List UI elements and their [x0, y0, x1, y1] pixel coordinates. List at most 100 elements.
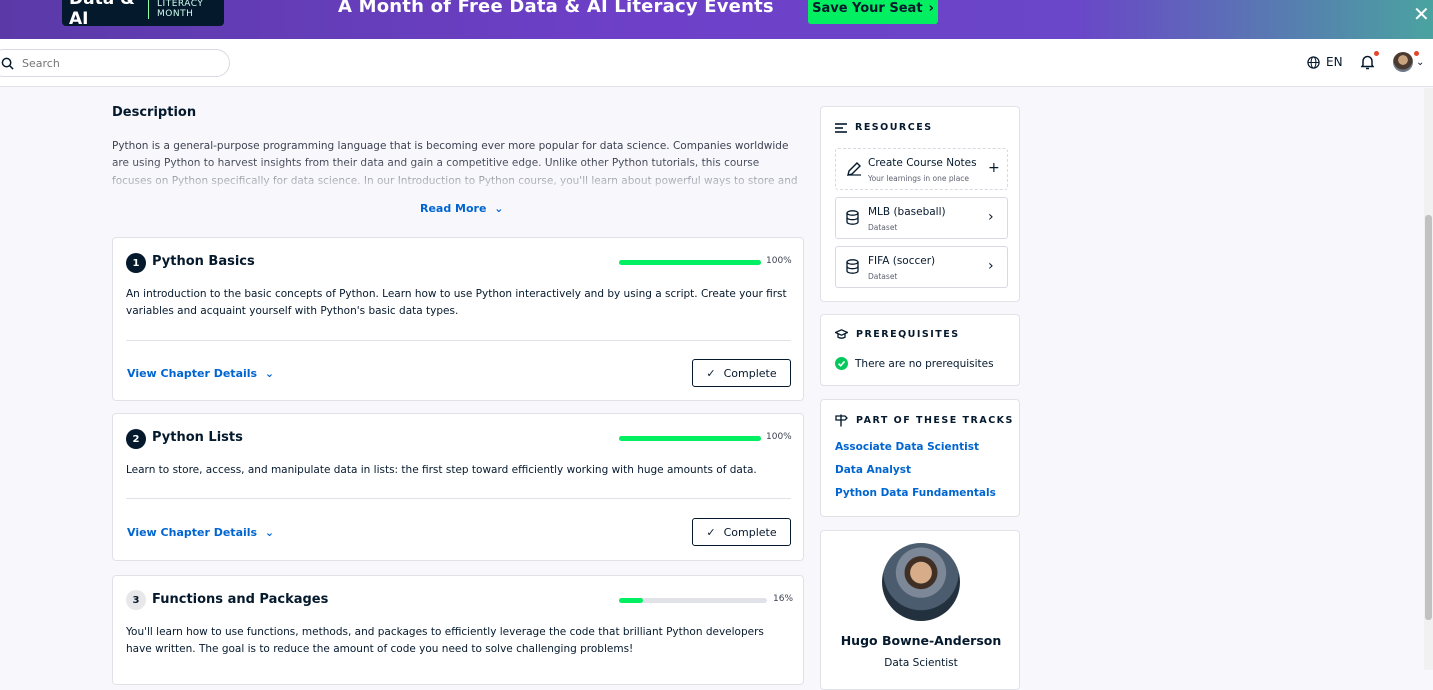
- view-chapter-details-link[interactable]: View Chapter Details ⌄: [127, 526, 274, 539]
- track-link[interactable]: Associate Data Scientist: [835, 441, 979, 453]
- chapter-progress-bar: [619, 598, 767, 603]
- plus-icon: +: [988, 160, 1000, 176]
- chapter-progress-fill: [619, 436, 761, 441]
- divider: [126, 498, 791, 499]
- resource-subtitle: Your learnings in one place: [868, 174, 970, 183]
- chapter-card: 3 Functions and Packages 16% You'll lear…: [112, 575, 804, 685]
- notifications-button[interactable]: [1360, 51, 1379, 74]
- view-chapter-details-label: View Chapter Details: [127, 367, 258, 380]
- chevron-right-icon: ›: [928, 1, 934, 16]
- prerequisites-panel: PREREQUISITES There are no prerequisites: [820, 314, 1020, 386]
- chapter-card: 2 Python Lists 100% Learn to store, acce…: [112, 413, 804, 561]
- chapter-description: An introduction to the basic concepts of…: [126, 288, 787, 317]
- resource-dataset-fifa[interactable]: FIFA (soccer) Dataset ›: [835, 246, 1008, 288]
- scrollbar-thumb[interactable]: [1425, 215, 1432, 620]
- instructor-panel: Hugo Bowne-Anderson Data Scientist: [820, 530, 1020, 690]
- logo-subtext: LITERACY MONTH: [148, 0, 224, 19]
- resource-title: MLB (baseball): [868, 206, 946, 218]
- check-icon: ✓: [706, 525, 716, 539]
- instructor-role: Data Scientist: [884, 657, 958, 669]
- chevron-right-icon: ›: [988, 258, 994, 274]
- chapter-description: Learn to store, access, and manipulate d…: [126, 464, 757, 476]
- chapter-progress-label: 16%: [773, 594, 794, 604]
- tracks-panel: PART OF THESE TRACKS Associate Data Scie…: [820, 399, 1020, 517]
- check-circle-icon: [835, 357, 848, 370]
- prerequisites-row: There are no prerequisites: [835, 357, 994, 370]
- logo-text: Data & AI: [69, 0, 135, 29]
- search-input[interactable]: [22, 56, 202, 70]
- resource-subtitle: Dataset: [868, 223, 898, 232]
- create-course-notes-button[interactable]: Create Course Notes Your learnings in on…: [835, 148, 1008, 190]
- divider: [126, 340, 791, 341]
- read-more-label: Read More: [420, 202, 487, 215]
- chapter-card: 1 Python Basics 100% An introduction to …: [112, 237, 804, 401]
- resources-heading-label: RESOURCES: [855, 122, 933, 133]
- track-link[interactable]: Data Analyst: [835, 464, 911, 476]
- chapter-progress-label: 100%: [766, 432, 792, 442]
- tracks-heading: PART OF THESE TRACKS: [835, 414, 1014, 427]
- resource-dataset-mlb[interactable]: MLB (baseball) Dataset ›: [835, 197, 1008, 239]
- resources-panel: RESOURCES Create Course Notes Your learn…: [820, 106, 1020, 302]
- bell-icon: [1360, 55, 1375, 70]
- graduation-cap-icon: [835, 329, 848, 339]
- chapter-number: 2: [126, 429, 146, 449]
- description-heading: Description: [112, 105, 197, 120]
- complete-label: Complete: [723, 366, 777, 380]
- search-bar[interactable]: [0, 49, 230, 77]
- banner-title: A Month of Free Data & AI Literacy Event…: [338, 0, 774, 17]
- chapter-description: You'll learn how to use functions, metho…: [126, 626, 764, 655]
- chapter-title[interactable]: Python Basics: [152, 254, 255, 269]
- save-seat-button[interactable]: Save Your Seat ›: [808, 0, 938, 24]
- chevron-down-icon[interactable]: ⌄: [1416, 57, 1424, 68]
- save-seat-label: Save Your Seat: [812, 1, 923, 16]
- chevron-down-icon: ⌄: [264, 526, 275, 539]
- chapter-progress-bar: [619, 260, 761, 265]
- language-selector[interactable]: EN: [1307, 55, 1343, 69]
- chapter-progress-bar: [619, 436, 761, 441]
- complete-button[interactable]: ✓ Complete: [692, 359, 791, 387]
- close-icon[interactable]: ✕: [1413, 2, 1430, 26]
- chapter-progress-fill: [619, 598, 643, 603]
- avatar-notification-dot: [1414, 51, 1419, 56]
- prerequisites-text: There are no prerequisites: [855, 357, 994, 370]
- globe-icon: [1307, 55, 1320, 69]
- chapter-progress-fill: [619, 260, 761, 265]
- chapter-number: 3: [126, 590, 146, 610]
- chevron-down-icon: ⌄: [264, 367, 275, 380]
- description-fade: [112, 160, 802, 194]
- signpost-icon: [835, 414, 848, 427]
- tracks-heading-label: PART OF THESE TRACKS: [856, 415, 1014, 426]
- complete-button[interactable]: ✓ Complete: [692, 518, 791, 546]
- user-avatar[interactable]: [1393, 52, 1413, 72]
- chapter-title[interactable]: Python Lists: [152, 430, 243, 445]
- complete-label: Complete: [723, 525, 777, 539]
- track-link[interactable]: Python Data Fundamentals: [835, 487, 996, 499]
- chapter-number: 1: [126, 253, 146, 273]
- prerequisites-heading: PREREQUISITES: [835, 329, 960, 340]
- chevron-down-icon: ⌄: [494, 202, 504, 215]
- event-logo[interactable]: Data & AI LITERACY MONTH: [62, 0, 224, 29]
- prerequisites-heading-label: PREREQUISITES: [856, 329, 960, 340]
- chapter-progress-label: 100%: [766, 256, 792, 266]
- check-icon: ✓: [706, 366, 716, 380]
- language-label: EN: [1326, 55, 1343, 69]
- pencil-icon: [847, 162, 861, 176]
- database-icon: [846, 210, 859, 225]
- list-icon: [835, 122, 847, 133]
- search-icon: [1, 57, 14, 70]
- top-navigation: EN ⌄: [0, 39, 1433, 87]
- chapter-title[interactable]: Functions and Packages: [152, 592, 328, 607]
- notification-dot: [1374, 51, 1379, 56]
- database-icon: [846, 259, 859, 274]
- read-more-link[interactable]: Read More ⌄: [420, 202, 504, 215]
- promo-banner: Data & AI LITERACY MONTH A Month of Free…: [0, 0, 1433, 39]
- instructor-photo[interactable]: [882, 543, 960, 621]
- view-chapter-details-link[interactable]: View Chapter Details ⌄: [127, 367, 274, 380]
- instructor-name[interactable]: Hugo Bowne-Anderson: [821, 633, 1021, 648]
- resource-subtitle: Dataset: [868, 272, 898, 281]
- resources-heading: RESOURCES: [835, 122, 933, 133]
- view-chapter-details-label: View Chapter Details: [127, 526, 258, 539]
- resource-title: FIFA (soccer): [868, 255, 936, 267]
- chevron-right-icon: ›: [988, 209, 994, 225]
- resource-title: Create Course Notes: [868, 157, 977, 169]
